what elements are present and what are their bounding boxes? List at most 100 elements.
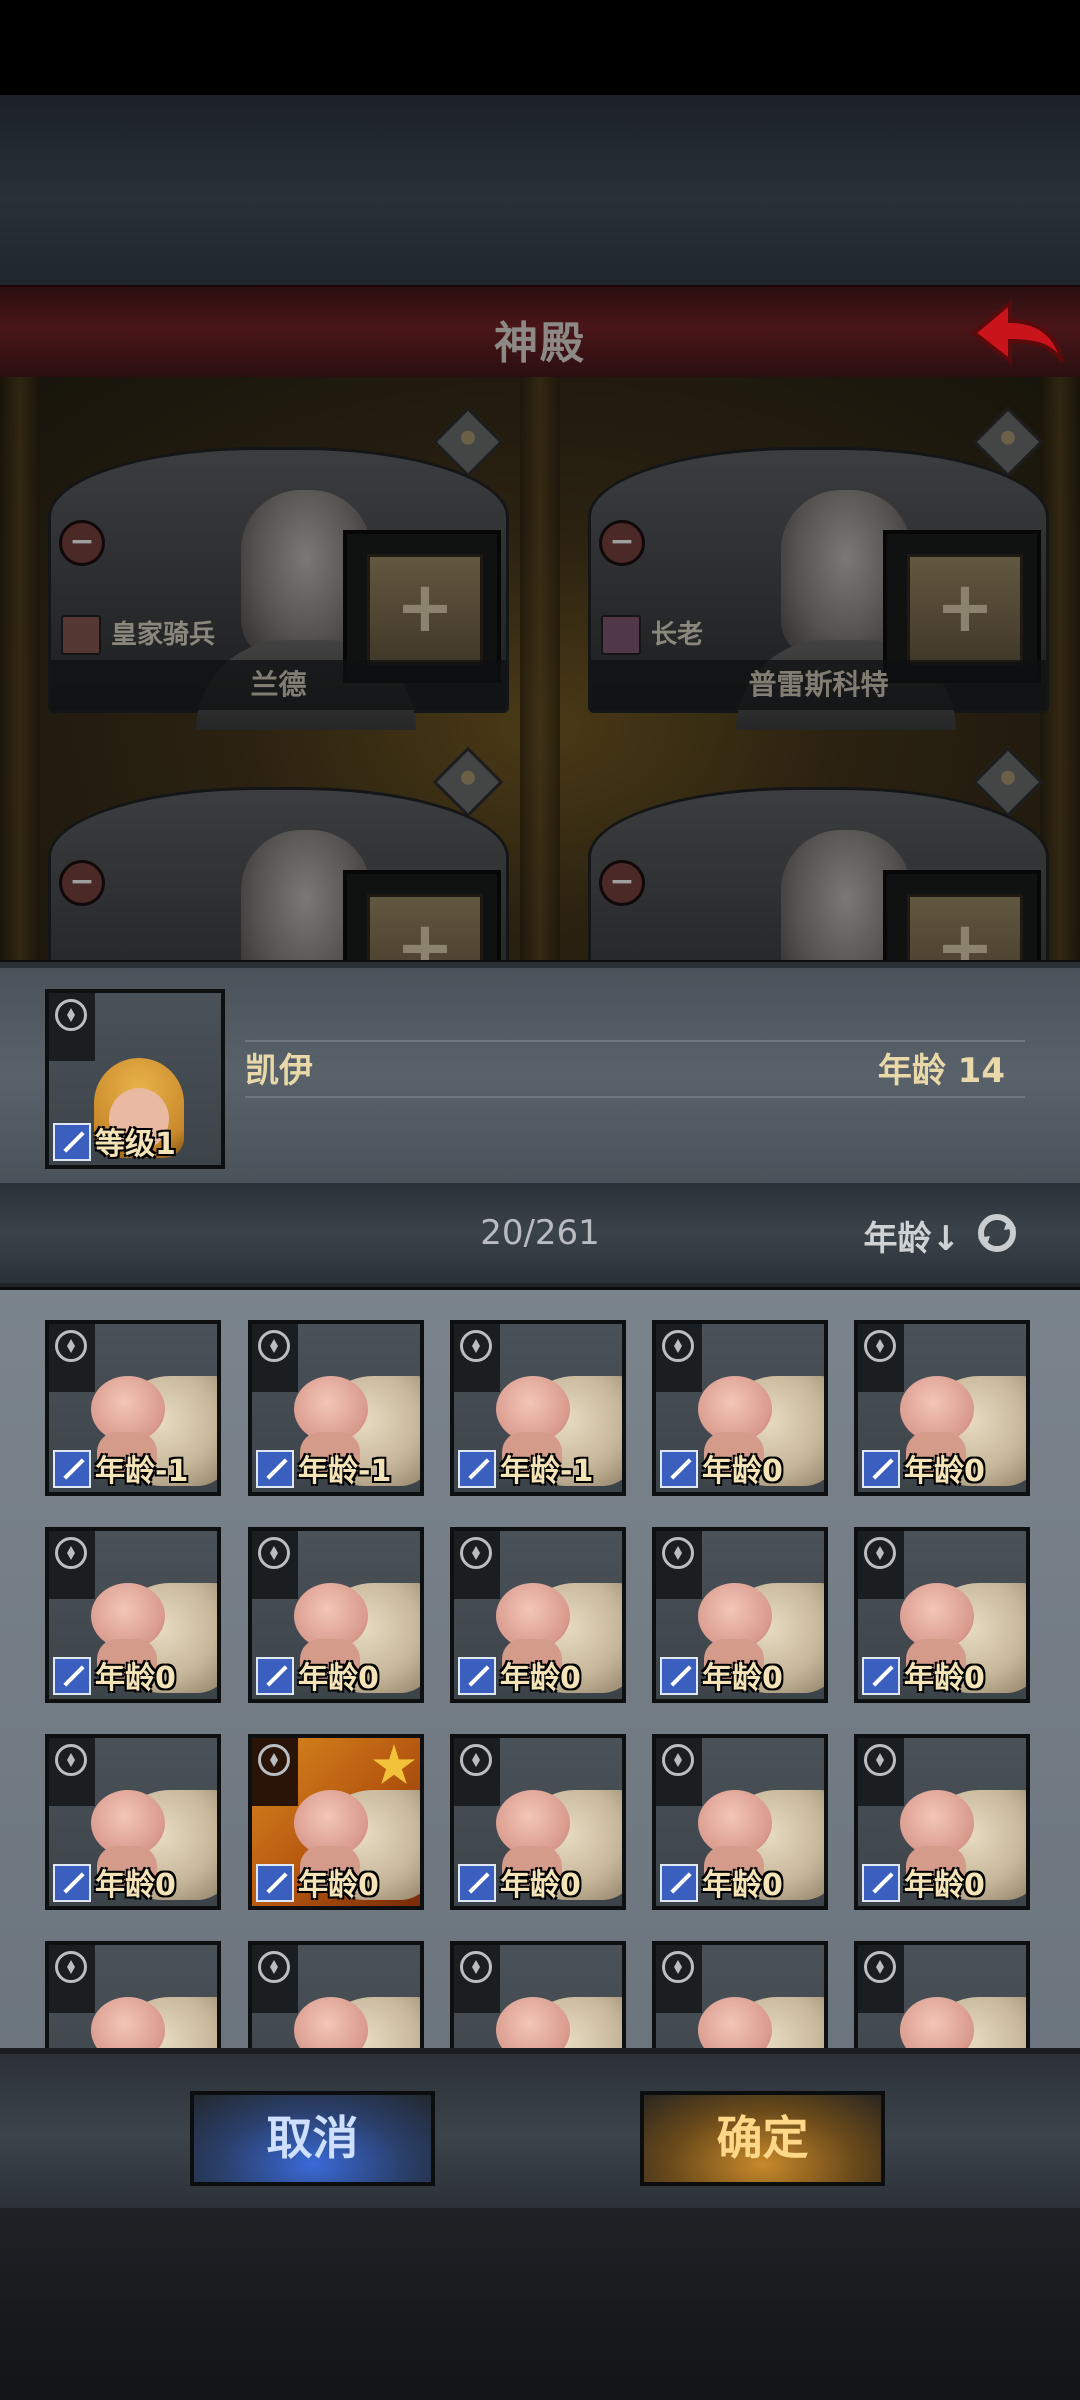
temple-slot-card: − + 长老 普雷斯科特	[588, 406, 1049, 730]
card-tab	[454, 1531, 500, 1599]
card-tab	[49, 1945, 95, 2013]
baby-card[interactable]: 年龄-1	[450, 1320, 626, 1496]
action-bar: 取消 确定	[0, 2048, 1080, 2214]
sword-class-icon	[256, 1864, 294, 1902]
card-tab	[858, 1945, 904, 2013]
card-tab	[656, 1531, 702, 1599]
remove-button[interactable]: −	[59, 860, 105, 906]
plus-icon: +	[907, 554, 1023, 665]
age-label: 年龄0	[298, 1868, 379, 1903]
level-label: 等级1	[95, 1127, 176, 1162]
page-title: 神殿	[494, 318, 586, 369]
baby-card[interactable]: 年龄0	[450, 1734, 626, 1910]
baby-card[interactable]: 年龄0	[248, 1734, 424, 1910]
baby-card[interactable]: 年龄0	[652, 1527, 828, 1703]
slot-frame: − + 皇家骑兵 兰德	[48, 447, 509, 730]
card-tab	[858, 1738, 904, 1806]
card-tab	[252, 1531, 298, 1599]
baby-card[interactable]	[854, 1941, 1030, 2048]
temple-slots-area: − + 皇家骑兵 兰德 − + 长老 普雷斯科特 − + − +	[0, 377, 1080, 960]
card-tab	[656, 1738, 702, 1806]
sword-class-icon	[53, 1864, 91, 1902]
character-name: 兰德	[51, 660, 506, 710]
star-icon	[372, 1744, 416, 1785]
add-slot[interactable]: +	[883, 870, 1041, 960]
refresh-icon[interactable]	[972, 1208, 1022, 1258]
confirm-button[interactable]: 确定	[640, 2091, 885, 2186]
divider-line	[245, 1096, 1025, 1098]
age-label: 年龄0	[298, 1661, 379, 1696]
temple-slot-card: − +	[48, 746, 509, 960]
plus-icon: +	[367, 554, 483, 665]
remove-button[interactable]: −	[59, 520, 105, 566]
baby-card[interactable]: 年龄0	[652, 1734, 828, 1910]
age-label: 年龄0	[95, 1868, 176, 1903]
character-name: 普雷斯科特	[591, 660, 1046, 710]
compass-icon	[258, 1951, 290, 1983]
baby-card[interactable]: 年龄-1	[248, 1320, 424, 1496]
age-label: 年龄0	[95, 1661, 176, 1696]
slot-frame: − +	[588, 787, 1049, 960]
baby-card[interactable]: 年龄0	[450, 1527, 626, 1703]
sword-class-icon	[53, 1657, 91, 1695]
cancel-button[interactable]: 取消	[190, 2091, 435, 2186]
baby-card[interactable]: 年龄0	[652, 1320, 828, 1496]
card-tab	[656, 1324, 702, 1392]
card-tab	[858, 1324, 904, 1392]
sword-class-icon	[256, 1657, 294, 1695]
compass-icon	[258, 1537, 290, 1569]
sword-class-icon	[53, 1123, 91, 1161]
slot-frame: − +	[48, 787, 509, 960]
card-tab	[252, 1945, 298, 2013]
card-tab	[454, 1738, 500, 1806]
selected-character-avatar[interactable]: 等级1	[45, 989, 225, 1169]
baby-card[interactable]: 年龄0	[854, 1320, 1030, 1496]
title-bar: 神殿	[0, 285, 1080, 379]
compass-icon	[55, 1537, 87, 1569]
baby-card[interactable]	[450, 1941, 626, 2048]
plus-icon: +	[907, 894, 1023, 960]
age-label: 年龄-1	[500, 1454, 594, 1489]
age-label: 年龄0	[702, 1868, 783, 1903]
sword-class-icon	[458, 1657, 496, 1695]
header-background	[0, 95, 1080, 285]
baby-card[interactable]: 年龄0	[854, 1527, 1030, 1703]
baby-card[interactable]: 年龄0	[45, 1734, 221, 1910]
remove-button[interactable]: −	[599, 860, 645, 906]
back-arrow-icon[interactable]	[966, 295, 1066, 369]
compass-icon	[460, 1537, 492, 1569]
age-label: 年龄-1	[95, 1454, 189, 1489]
baby-card[interactable]	[45, 1941, 221, 2048]
selected-character-age: 年龄 14	[877, 1051, 1005, 1091]
sword-class-icon	[660, 1864, 698, 1902]
baby-card[interactable]: 年龄0	[45, 1527, 221, 1703]
age-label: 年龄0	[904, 1868, 985, 1903]
sword-class-icon	[862, 1450, 900, 1488]
compass-icon	[55, 1951, 87, 1983]
baby-card[interactable]	[652, 1941, 828, 2048]
sword-class-icon	[53, 1450, 91, 1488]
plus-icon: +	[367, 894, 483, 960]
add-slot[interactable]: +	[343, 870, 501, 960]
sort-by-age-button[interactable]: 年龄↓	[864, 1211, 961, 1260]
age-label: 年龄0	[702, 1661, 783, 1696]
baby-card[interactable]: 年龄-1	[45, 1320, 221, 1496]
class-name: 皇家骑兵	[111, 620, 216, 650]
compass-icon	[662, 1537, 694, 1569]
status-area	[0, 0, 1080, 95]
sword-class-icon	[458, 1864, 496, 1902]
knight-class-icon	[61, 615, 101, 655]
pillar-left	[0, 377, 40, 960]
class-name: 长老	[651, 620, 704, 650]
compass-icon	[864, 1744, 896, 1776]
baby-card[interactable]: 年龄0	[854, 1734, 1030, 1910]
card-tab	[454, 1324, 500, 1392]
age-label: 年龄-1	[298, 1454, 392, 1489]
sword-class-icon	[256, 1450, 294, 1488]
card-tab	[252, 1324, 298, 1392]
compass-icon	[258, 1744, 290, 1776]
baby-card[interactable]	[248, 1941, 424, 2048]
remove-button[interactable]: −	[599, 520, 645, 566]
card-tab	[656, 1945, 702, 2013]
baby-card[interactable]: 年龄0	[248, 1527, 424, 1703]
